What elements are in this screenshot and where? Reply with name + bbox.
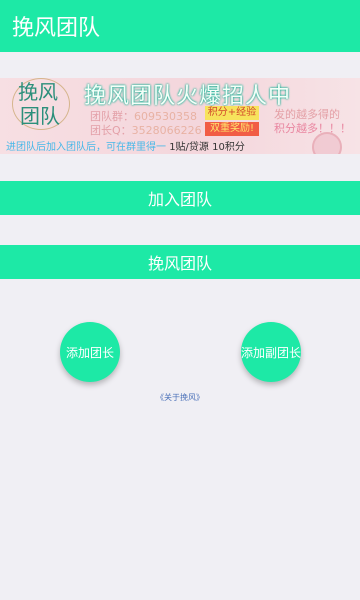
add-leader-label: 添加团长 [65, 345, 114, 360]
join-team-button[interactable]: 加入团队 [0, 181, 360, 215]
add-vice-leader-label: 添加副团长 [241, 345, 302, 360]
about-link[interactable]: 《关于挽风》 [0, 392, 360, 403]
leader-label: 团长Q： [90, 124, 132, 137]
add-vice-leader-button[interactable]: 添加副团长 [241, 322, 301, 382]
side-line-1: 发的越多得的 [274, 108, 340, 121]
app-title: 挽风团队 [12, 16, 101, 41]
add-leader-button[interactable]: 添加团长 [60, 322, 120, 382]
banner-bottom-line: 进团队后加入团队后，可在群里得一 1贴/贷源 10积分 [6, 138, 245, 153]
about-link-text[interactable]: 《关于挽风》 [156, 393, 204, 402]
recruit-banner[interactable]: 挽风 团队 挽风团队火爆招人中 团队群：609530358 团长Q：352806… [0, 78, 360, 154]
logo-text-bottom: 团队 [20, 104, 60, 128]
team-name-bar[interactable]: 挽风团队 [0, 245, 360, 279]
seal-stamp-icon [312, 132, 342, 154]
side-line-2: 积分越多！！！ [274, 122, 351, 135]
top-app-bar: 挽风团队 [0, 0, 360, 52]
team-logo: 挽风 团队 [8, 78, 74, 132]
banner-side-text: 发的越多得的 积分越多！！！ [274, 108, 358, 136]
reward-tag: 双重奖励! [205, 122, 259, 136]
bottom-dark-text: 1贴/贷源 10积分 [169, 142, 245, 153]
banner-leader-line: 团长Q：3528066226 [90, 122, 202, 138]
banner-headline: 挽风团队火爆招人中 [84, 84, 292, 109]
bottom-blue-text: 进团队后加入团队后，可在群里得一 [6, 142, 166, 153]
points-tag: 积分+经验 [205, 106, 259, 120]
leader-number: 3528066226 [131, 124, 202, 137]
